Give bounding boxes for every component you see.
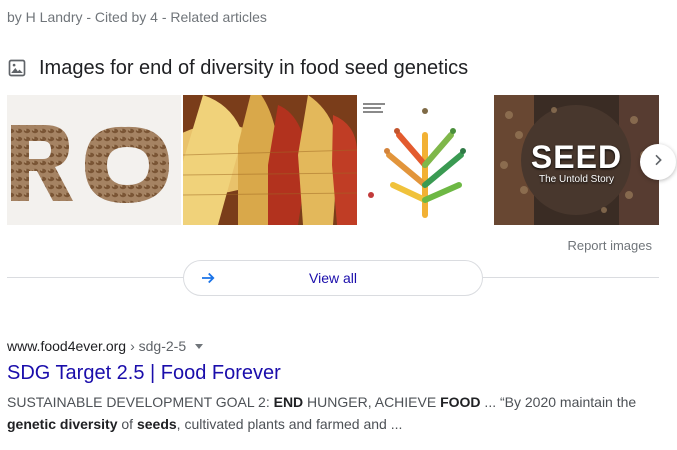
snippet-part: FOOD xyxy=(440,394,481,410)
result-snippet: SUSTAINABLE DEVELOPMENT GOAL 2: END HUNG… xyxy=(7,391,667,435)
result-breadcrumb[interactable]: www.food4ever.org › sdg-2-5 xyxy=(7,338,204,354)
images-header-title[interactable]: Images for end of diversity in food seed… xyxy=(39,57,468,80)
view-all-label: View all xyxy=(309,270,357,286)
result-path: › sdg-2-5 xyxy=(130,338,187,354)
snippet-part: SUSTAINABLE DEVELOPMENT GOAL 2: xyxy=(7,394,274,410)
result-title-link[interactable]: SDG Target 2.5 | Food Forever xyxy=(7,362,281,385)
thumbnail-infographic[interactable] xyxy=(359,95,491,225)
citation-line: by H Landry - Cited by 4 - Related artic… xyxy=(7,9,267,25)
result-domain: www.food4ever.org xyxy=(7,338,127,354)
thumbnail-seed-letters[interactable] xyxy=(7,95,181,225)
image-icon xyxy=(7,58,27,78)
snippet-part: HUNGER, ACHIEVE xyxy=(303,394,441,410)
cut-off-text xyxy=(7,0,237,2)
image-thumbnails: SEED The Untold Story xyxy=(7,95,659,225)
report-images-link[interactable]: Report images xyxy=(567,238,652,253)
chevron-right-icon xyxy=(650,152,666,173)
snippet-part: ... “By 2020 maintain the xyxy=(480,394,637,410)
next-images-button[interactable] xyxy=(640,144,676,180)
view-all-button[interactable]: View all xyxy=(183,260,483,296)
snippet-part: genetic diversity xyxy=(7,416,118,432)
thumb-title-seed: SEED xyxy=(530,139,623,175)
snippet-part: of xyxy=(117,416,137,432)
thumbnail-seed-film[interactable]: SEED The Untold Story xyxy=(494,95,659,225)
snippet-part: seeds xyxy=(136,416,177,432)
snippet-part: END xyxy=(273,394,304,410)
thumbnail-corn[interactable] xyxy=(183,95,357,225)
snippet-part: , cultivated plants and farmed and ... xyxy=(176,416,403,432)
thumb-subtitle: The Untold Story xyxy=(538,174,615,185)
images-header: Images for end of diversity in food seed… xyxy=(7,56,468,80)
caret-down-icon[interactable] xyxy=(194,341,204,351)
